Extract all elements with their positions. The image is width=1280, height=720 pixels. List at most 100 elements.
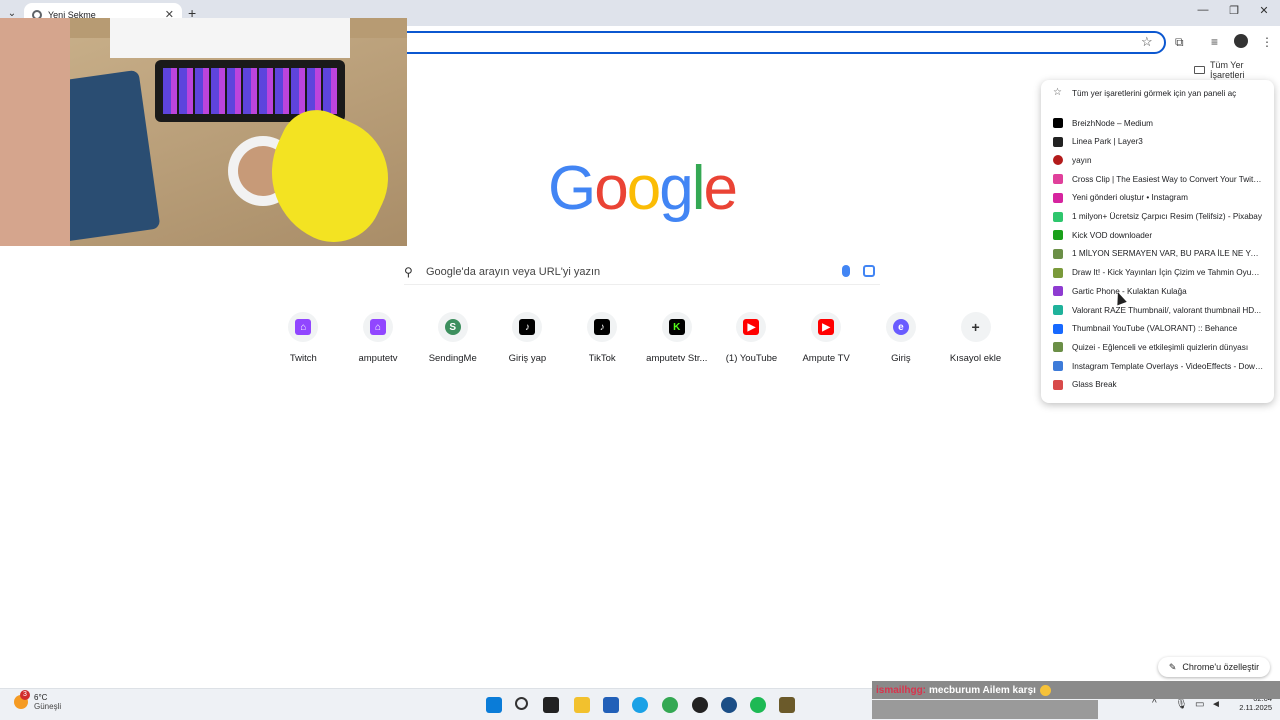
media-control-icon[interactable]: ≡ [1211, 35, 1218, 49]
shortcut-tile[interactable]: ♪ Giriş yap [490, 312, 565, 364]
bookmark-label: Linea Park | Layer3 [1072, 137, 1143, 147]
shortcut-tile[interactable]: Kamputetv Str... [639, 312, 714, 364]
bookmarks-dropdown: ☆ Tüm yer işaretlerini görmek için yan p… [1041, 80, 1274, 403]
weather-widget[interactable]: 3 6°C Güneşli [14, 690, 62, 711]
extensions-icon[interactable]: ⧉ [1175, 35, 1184, 50]
chat-overlay: ismailhgg: mecburum Ailem karşı [872, 681, 1280, 699]
bookmark-item[interactable]: Gartic Phone - Kulaktan Kulağa [1041, 282, 1274, 300]
search-input[interactable] [426, 265, 826, 278]
bookmark-item[interactable]: Yeni gönderi oluştur • Instagram [1041, 189, 1274, 207]
bookmark-label: Gartic Phone - Kulaktan Kulağa [1072, 286, 1187, 296]
weather-temperature: 6°C [34, 693, 48, 702]
bookmark-item[interactable]: Instagram Template Overlays - VideoEffec… [1041, 357, 1274, 375]
store-icon[interactable] [603, 697, 619, 713]
bookmark-item[interactable]: Kick VOD downloader [1041, 226, 1274, 244]
customize-chrome-label: Chrome'u özelleştir [1182, 662, 1260, 672]
close-window-button[interactable]: ✕ [1254, 4, 1274, 17]
shortcut-tile[interactable]: + Kısayol ekle [938, 312, 1013, 364]
customize-chrome-button[interactable]: ✎ Chrome'u özelleştir [1158, 657, 1270, 677]
google-logo-letter: e [703, 154, 738, 223]
bookmark-label: yayın [1072, 155, 1092, 165]
shortcut-tile[interactable]: e Giriş [864, 312, 939, 364]
weather-condition: Güneşli [34, 702, 62, 711]
shortcut-circle: ⌂ [288, 312, 319, 342]
bookmark-star-icon[interactable]: ☆ [1141, 34, 1153, 50]
google-logo-letter: o [626, 154, 662, 223]
edge-icon[interactable] [632, 697, 648, 713]
google-logo: Google [548, 158, 738, 220]
shortcut-circle: S [437, 312, 468, 342]
chrome-icon[interactable] [662, 697, 678, 713]
microphone-icon[interactable]: 🎙 [1175, 699, 1188, 710]
shortcut-circle: e [885, 312, 916, 342]
shortcut-circle: ▶ [736, 312, 767, 342]
bookmark-item[interactable]: Linea Park | Layer3 [1041, 133, 1274, 151]
obs-icon[interactable] [692, 697, 708, 713]
maximize-button[interactable]: ❐ [1224, 4, 1244, 17]
bookmark-label: 1 milyon+ Ücretsiz Çarpıcı Resim (Telifs… [1072, 212, 1262, 221]
search-icon: ⚲ [404, 264, 413, 279]
bookmark-item[interactable]: 1 MİLYON SERMAYEN VAR, BU PARA İLE NE YA… [1041, 245, 1274, 263]
bookmark-label: Kick VOD downloader [1072, 230, 1153, 240]
site-icon [1053, 248, 1063, 259]
sendingme-icon: S [444, 319, 461, 335]
microphone-icon[interactable] [842, 265, 850, 277]
bookmark-item[interactable]: yayın [1041, 151, 1274, 169]
folder-icon [1194, 66, 1205, 74]
google-logo-letter: o [594, 154, 629, 223]
webcam-shirt [110, 18, 350, 58]
bookmark-item[interactable]: Valorant RAZE Thumbnail/, valorant thumb… [1041, 301, 1274, 319]
bookmark-item[interactable]: 1 milyon+ Ücretsiz Çarpıcı Resim (Telifs… [1041, 208, 1274, 226]
steam-icon[interactable] [721, 697, 737, 713]
sun-icon: 3 [14, 690, 30, 709]
shortcut-tile[interactable]: ▶ Ampute TV [789, 312, 864, 364]
search-box[interactable]: ⚲ [404, 259, 880, 285]
shortcut-circle: ♪ [587, 312, 618, 342]
shortcut-tile[interactable]: ⌂ amputetv [341, 312, 416, 364]
pixabay-icon [1053, 211, 1063, 222]
webcam-keyboard-keys [163, 68, 337, 114]
google-lens-icon[interactable] [863, 265, 875, 277]
crossclip-icon [1053, 174, 1063, 185]
twitch-icon: ⌂ [295, 319, 312, 335]
all-bookmarks-button[interactable]: Tüm Yer İşaretleri [1194, 60, 1280, 80]
pencil-icon: ✎ [1168, 661, 1177, 672]
shortcut-tile[interactable]: S SendingMe [415, 312, 490, 364]
speaker-icon[interactable]: ◄ [1211, 699, 1221, 710]
bookmark-item[interactable]: Draw It! - Kick Yayınları İçin Çizim ve … [1041, 264, 1274, 282]
menu-icon[interactable]: ⋮ [1261, 35, 1273, 49]
bookmark-item[interactable]: Quizei - Eğlenceli ve etkileşimli quizle… [1041, 338, 1274, 356]
task-view-icon[interactable] [543, 697, 559, 713]
shortcuts-grid: ⌂ Twitch ⌂ amputetv S SendingMe ♪ Giriş yap ♪ Tik… [266, 312, 1013, 364]
youtube-icon: ▶ [818, 319, 835, 335]
tray-chevron-icon[interactable]: ^ [1152, 698, 1157, 709]
webcam-overlay [0, 18, 407, 246]
network-icon[interactable]: ▭ [1195, 699, 1204, 710]
profile-avatar[interactable] [1234, 34, 1248, 48]
spotify-icon[interactable] [750, 697, 766, 713]
bookmark-label: Yeni gönderi oluştur • Instagram [1072, 193, 1188, 203]
minimize-button[interactable]: — [1193, 4, 1213, 16]
shortcut-tile[interactable]: ▶ (1) YouTube [714, 312, 789, 364]
shortcut-tile[interactable]: ⌂ Twitch [266, 312, 341, 364]
google-logo-letter: l [691, 154, 706, 223]
shortcut-circle: K [661, 312, 692, 342]
bookmark-item[interactable]: Glass Break [1041, 376, 1274, 394]
shortcut-label: Twitch [289, 353, 317, 364]
twitch-icon: ⌂ [370, 319, 387, 335]
file-explorer-icon[interactable] [574, 697, 590, 713]
bookmark-item[interactable]: Thumbnail YouTube (VALORANT) :: Behance [1041, 320, 1274, 338]
quizei-icon [1053, 342, 1063, 353]
shortcut-label: Ampute TV [802, 353, 850, 364]
windows-start-icon[interactable] [486, 697, 502, 713]
shortcut-circle: ⌂ [363, 312, 394, 342]
search-icon[interactable] [515, 697, 528, 710]
bookmark-item[interactable]: BreizhNode – Medium [1041, 114, 1274, 132]
bookmark-item[interactable]: Cross Clip | The Easiest Way to Convert … [1041, 170, 1274, 188]
drawit-icon [1053, 267, 1063, 278]
valorant-icon [1053, 305, 1063, 315]
open-side-panel-item[interactable]: ☆ Tüm yer işaretlerini görmek için yan p… [1041, 84, 1274, 102]
shortcut-tile[interactable]: ♪ TikTok [565, 312, 640, 364]
game-icon[interactable] [779, 697, 795, 713]
bookmark-label: Draw It! - Kick Yayınları İçin Çizim ve … [1072, 268, 1264, 278]
